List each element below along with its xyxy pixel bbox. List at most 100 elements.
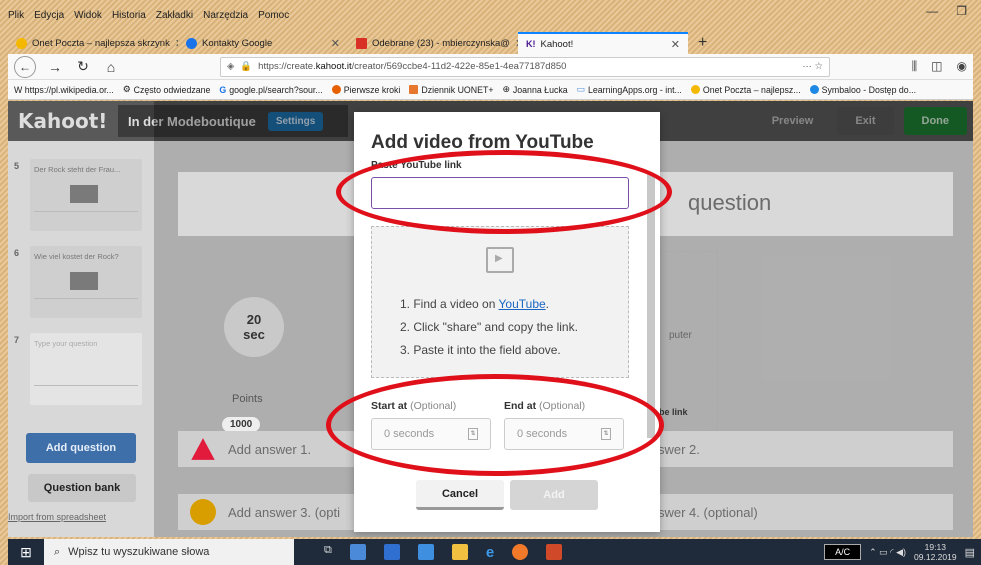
page-actions-icon[interactable]: ··· ☆ xyxy=(802,61,823,72)
question-placeholder: question xyxy=(688,190,772,215)
sidebar-icon[interactable]: ◫ xyxy=(931,59,942,74)
bookmark-first-steps[interactable]: Pierwsze kroki xyxy=(331,84,401,95)
tab-label: Odebrane (23) - mbierczynska@ xyxy=(372,37,510,49)
tab-label: Onet Poczta – najlepsza skrzynk xyxy=(32,37,170,49)
annotation-circle xyxy=(326,374,664,476)
onet-icon xyxy=(690,85,700,94)
menu-edit[interactable]: Edycja xyxy=(34,10,64,21)
folder-icon[interactable] xyxy=(451,543,468,560)
bookmark-label: Joanna Łucka xyxy=(512,84,568,95)
bookmark-symbaloo[interactable]: Symbaloo - Dostęp do... xyxy=(809,84,917,95)
restore-icon[interactable]: ❐ xyxy=(956,4,967,18)
minimize-icon[interactable]: — xyxy=(926,4,938,18)
bookmark-label: Pierwsze kroki xyxy=(343,84,401,95)
tab-onet[interactable]: Onet Poczta – najlepsza skrzynk ✕ xyxy=(8,32,178,54)
bookmark-google[interactable]: Ggoogle.pl/search?sour... xyxy=(219,85,322,95)
shield-icon: ◈ xyxy=(227,61,235,72)
import-spreadsheet-link[interactable]: Import from spreadsheet xyxy=(8,512,106,522)
answer-text: Add answer 3. (opti xyxy=(228,504,341,520)
bookmark-lucka[interactable]: ⊕ Joanna Łucka xyxy=(503,84,568,95)
learningapps-icon: ▭ xyxy=(576,84,585,94)
timer-unit: sec xyxy=(243,327,265,342)
new-tab-button[interactable]: + xyxy=(688,32,717,54)
bookmark-frequent[interactable]: ⚙ Często odwiedzane xyxy=(123,84,211,95)
notifications-icon[interactable]: ▤ xyxy=(965,546,975,559)
add-question-button[interactable]: Add question xyxy=(26,433,136,463)
bookmarks-bar: W https://pl.wikipedia.or... ⚙ Często odw… xyxy=(8,80,973,100)
triangle-icon xyxy=(191,438,215,460)
bookmark-wikipedia[interactable]: W https://pl.wikipedia.or... xyxy=(14,85,114,95)
bookmark-learningapps[interactable]: ▭ LearningApps.org - int... xyxy=(577,84,682,95)
add-button[interactable]: Add xyxy=(510,480,598,510)
points-value: 1000 xyxy=(222,417,261,432)
bookmark-label: Onet Poczta – najlepsz... xyxy=(702,84,801,95)
edge-icon[interactable]: e xyxy=(486,544,494,561)
address-bar[interactable]: ◈ 🔒 https://create.kahoot.it/creator/569… xyxy=(220,56,830,77)
back-icon[interactable]: ← xyxy=(14,55,36,78)
slide-number: 7 xyxy=(14,335,20,345)
windows-taskbar: ⊞ ⌕ Wpisz tu wyszukiwane słowa ⧉ e A/C ⌃ … xyxy=(8,539,981,565)
tab-contacts[interactable]: Kontakty Google ✕ xyxy=(178,32,348,54)
tray-icons[interactable]: ⌃ ▭ ◜ ◀) xyxy=(869,547,906,558)
app-icon[interactable] xyxy=(349,543,366,560)
gear-icon: ⚙ xyxy=(122,84,131,94)
menu-tools[interactable]: Narzędzia xyxy=(203,10,248,21)
slide-card: Type your question xyxy=(30,333,142,405)
mail-icon xyxy=(356,37,367,49)
menu-help[interactable]: Pomoc xyxy=(258,10,289,21)
library-icon[interactable]: ⫼ xyxy=(912,59,918,74)
menu-history[interactable]: Historia xyxy=(112,10,146,21)
app-icon[interactable] xyxy=(383,543,400,560)
slide-card: Der Rock steht der Frau... xyxy=(30,159,142,231)
close-tab-icon[interactable]: ✕ xyxy=(671,38,680,51)
bookmark-onet[interactable]: Onet Poczta – najlepsz... xyxy=(690,84,801,95)
reload-icon[interactable]: ↻ xyxy=(74,58,92,75)
screen: Plik Edycja Widok Historia Zakładki Narz… xyxy=(0,0,981,565)
lock-icon: 🔒 xyxy=(240,61,253,72)
tab-kahoot[interactable]: K! Kahoot! ✕ xyxy=(518,32,688,54)
powerpoint-icon[interactable] xyxy=(546,543,563,560)
symbaloo-icon xyxy=(809,85,819,94)
bookmark-label: Dziennik UONET+ xyxy=(421,84,494,95)
toolbar-right: ⫼ ◫ ◉ xyxy=(912,59,967,74)
home-icon[interactable]: ⌂ xyxy=(102,59,120,75)
tab-bar: Onet Poczta – najlepsza skrzynk ✕ Kontak… xyxy=(8,32,973,54)
bookmark-uonet[interactable]: Dziennik UONET+ xyxy=(409,84,494,95)
menu-bookmarks[interactable]: Zakładki xyxy=(156,10,193,21)
windows-icon[interactable]: ⊞ xyxy=(8,539,44,565)
menu-file[interactable]: Plik xyxy=(8,10,24,21)
scrollbar-thumb[interactable] xyxy=(647,174,655,438)
close-tab-icon[interactable]: ✕ xyxy=(331,37,340,50)
youtube-link[interactable]: YouTube xyxy=(499,297,546,311)
slide-image xyxy=(70,272,98,290)
clock[interactable]: 19:13 09.12.2019 xyxy=(914,542,957,562)
question-bank-button[interactable]: Question bank xyxy=(28,474,136,502)
input-language[interactable]: A/C xyxy=(824,544,862,560)
timer-value: 20 xyxy=(246,312,262,327)
cancel-button[interactable]: Cancel xyxy=(416,480,504,510)
task-view-icon[interactable]: ⧉ xyxy=(324,544,332,561)
slide-item[interactable]: 6 Wie viel kostet der Rock? xyxy=(14,246,142,322)
system-tray: A/C ⌃ ▭ ◜ ◀) 19:13 09.12.2019 ▤ xyxy=(824,542,981,562)
step-3: 3. Paste it into the field above. xyxy=(400,343,561,357)
menu-view[interactable]: Widok xyxy=(74,10,102,21)
firefox-icon[interactable] xyxy=(512,543,529,560)
instructions: 1. Find a video on YouTube. 2. Click "sh… xyxy=(400,293,578,362)
slide-item[interactable]: 5 Der Rock steht der Frau... xyxy=(14,159,142,235)
browser-menubar: Plik Edycja Widok Historia Zakładki Narz… xyxy=(8,6,973,24)
google-icon: G xyxy=(219,84,227,95)
slide-title: Type your question xyxy=(34,339,98,348)
account-icon[interactable]: ◉ xyxy=(957,59,967,74)
forward-icon[interactable]: → xyxy=(46,59,64,75)
tab-gmail[interactable]: Odebrane (23) - mbierczynska@ ✕ xyxy=(348,32,518,54)
circle-icon xyxy=(190,499,216,525)
taskbar-search[interactable]: ⌕ Wpisz tu wyszukiwane słowa xyxy=(44,539,294,565)
bookmark-label: Symbaloo - Dostęp do... xyxy=(821,84,917,95)
app-icon[interactable] xyxy=(417,543,434,560)
media-link: be link xyxy=(659,407,688,417)
onet-icon xyxy=(16,37,27,49)
globe-icon: ⊕ xyxy=(502,84,510,94)
kahoot-icon: K! xyxy=(526,39,536,49)
slide-item-active[interactable]: 7 Type your question xyxy=(14,333,142,409)
url-text: https://create.kahoot.it/creator/569ccbe… xyxy=(258,61,567,72)
